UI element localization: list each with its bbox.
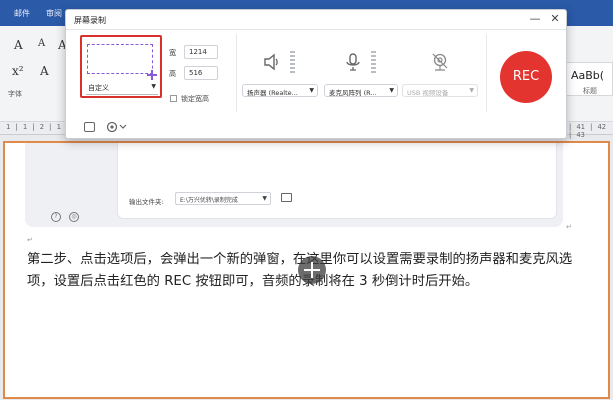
camera-select[interactable]: USB 视频设备 ▼ [402,84,478,97]
help-icon: ? [51,212,61,222]
output-folder-path: E:\万兴优转\录制完成 [180,197,238,204]
record-mode-select[interactable]: 自定义 ▼ [86,82,158,95]
settings-icon[interactable] [106,121,128,133]
lock-aspect-checkbox[interactable] [170,95,177,102]
speaker-icon[interactable] [262,52,282,72]
section-divider [486,34,487,112]
font-color-icon[interactable]: A [40,64,49,78]
height-label: 高 [169,70,176,78]
chevron-down-icon: ▼ [309,87,314,94]
style-gallery-item[interactable]: AaBb( 标题 [566,62,613,96]
screen-record-dialog: 屏幕录制 — ✕ 自定义 ▼ 宽 1214 高 516 锁定宽高 扬声器 (Re… [65,9,567,139]
ruler-left-marks: 1 | 1 | 2 | 1 [6,123,61,131]
minimize-button[interactable]: — [526,11,544,27]
microphone-value: 麦克风阵列 (R... [329,89,377,97]
rec-button[interactable]: REC [500,51,552,103]
close-button[interactable]: ✕ [546,11,564,27]
camera-off-icon[interactable] [430,52,450,72]
folder-icon [281,193,292,202]
chevron-down-icon: ▼ [389,87,394,94]
section-divider [236,34,237,112]
font-group-label: 字体 [8,90,22,98]
tab-review[interactable]: 审阅 [46,8,62,19]
screenshot-icon[interactable] [84,122,95,132]
speaker-level-meter [290,51,295,73]
record-mode-value: 自定义 [88,84,109,92]
font-shrink-icon[interactable]: A [38,38,45,49]
tab-mail[interactable]: 邮件 [14,8,30,19]
height-input[interactable]: 516 [184,66,218,80]
style-name-label: 标题 [583,87,597,95]
microphone-select[interactable]: 麦克风阵列 (R... ▼ [324,84,398,97]
chevron-down-icon: ▼ [262,195,267,202]
font-grow-icon[interactable]: A [14,38,23,52]
style-sample-text: AaBb( [571,69,605,82]
document-page[interactable]: 输出文件夹: E:\万兴优转\录制完成 ▼ ? ◎ ↵ ↵ 第二步、点击选项后，… [3,141,610,399]
move-cursor-icon [298,256,326,284]
move-handle-icon[interactable] [147,70,157,80]
width-input[interactable]: 1214 [184,45,218,59]
record-area-preview[interactable] [87,44,153,74]
lock-aspect-label: 锁定宽高 [181,95,209,103]
ruler-right-marks: | 41 | 42 | 43 [568,123,606,139]
embedded-settings-panel [117,143,557,219]
chevron-down-icon: ▼ [469,87,474,94]
speaker-select[interactable]: 扬声器 (Realte... ▼ [242,84,318,97]
microphone-icon[interactable] [343,52,363,72]
title-divider [66,29,566,30]
microphone-level-meter [371,51,376,73]
paragraph-mark: ↵ [566,223,572,231]
embedded-screenshot: 输出文件夹: E:\万兴优转\录制完成 ▼ ? ◎ [25,143,563,227]
output-folder-label: 输出文件夹: [129,198,164,206]
output-folder-select: E:\万兴优转\录制完成 ▼ [175,192,271,205]
paragraph-mark: ↵ [27,236,33,244]
feedback-icon: ◎ [69,212,79,222]
chevron-down-icon: ▼ [151,83,156,90]
superscript-icon[interactable]: x² [12,64,24,78]
camera-value: USB 视频设备 [407,89,449,97]
width-label: 宽 [169,49,176,57]
speaker-value: 扬声器 (Realte... [247,89,298,97]
dialog-title: 屏幕录制 [74,16,106,25]
record-area-selector[interactable]: 自定义 ▼ [80,35,162,98]
